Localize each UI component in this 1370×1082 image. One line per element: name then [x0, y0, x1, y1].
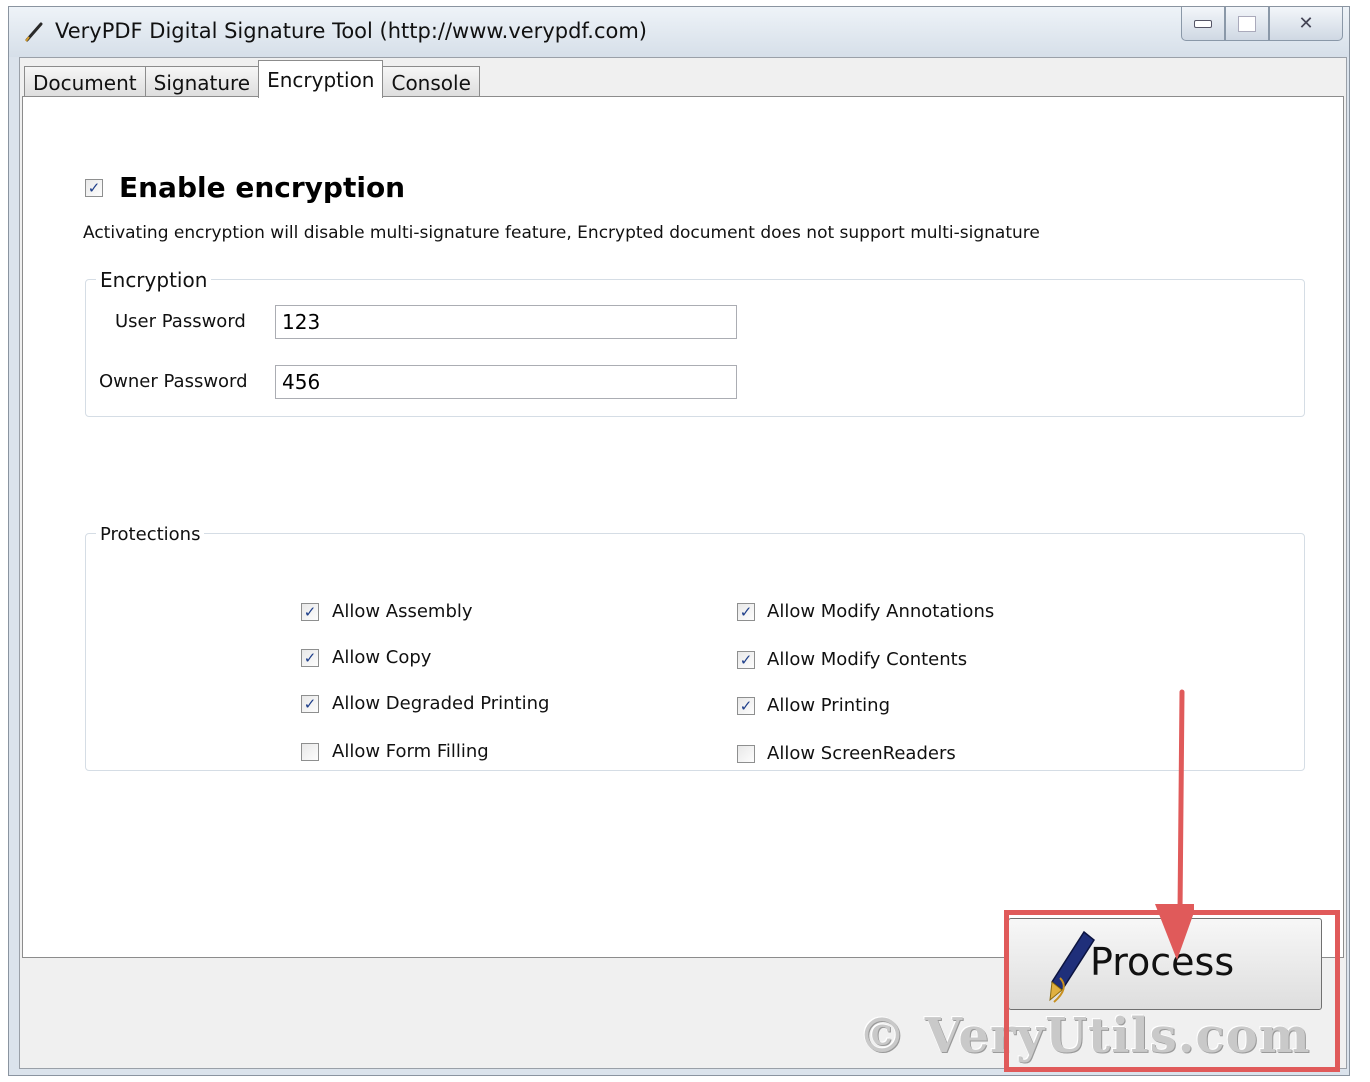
allow-screenreaders-checkbox[interactable]	[737, 745, 755, 763]
owner-password-field[interactable]	[275, 365, 737, 399]
maximize-button[interactable]	[1225, 7, 1269, 41]
user-password-label: User Password	[115, 311, 246, 332]
allow-form-filling-label: Allow Form Filling	[332, 741, 489, 762]
encryption-group-legend: Encryption	[96, 268, 212, 292]
protections-group-legend: Protections	[96, 524, 205, 545]
minimize-button[interactable]	[1181, 7, 1225, 41]
allow-form-filling-checkbox[interactable]	[301, 743, 319, 761]
user-password-field[interactable]	[275, 305, 737, 339]
caption-buttons: ✕	[1181, 7, 1343, 43]
allow-modify-contents-checkbox[interactable]: ✓	[737, 651, 755, 669]
allow-copy-label: Allow Copy	[332, 647, 432, 668]
tab-signature[interactable]: Signature	[144, 66, 260, 98]
encryption-notice: Activating encryption will disable multi…	[83, 223, 1040, 243]
close-icon: ✕	[1298, 13, 1314, 34]
enable-encryption-checkbox[interactable]: ✓	[85, 179, 103, 197]
allow-screenreaders-label: Allow ScreenReaders	[767, 743, 956, 764]
maximize-icon	[1238, 15, 1256, 32]
allow-modify-annotations-label: Allow Modify Annotations	[767, 601, 995, 622]
allow-assembly-checkbox[interactable]: ✓	[301, 603, 319, 621]
enable-encryption-label: Enable encryption	[119, 171, 406, 204]
protections-group: Protections	[85, 524, 1305, 771]
minimize-icon	[1194, 19, 1212, 28]
allow-modify-annotations-checkbox[interactable]: ✓	[737, 603, 755, 621]
title-bar[interactable]: VeryPDF Digital Signature Tool (http://w…	[9, 7, 1349, 57]
allow-modify-contents-label: Allow Modify Contents	[767, 649, 968, 670]
window-title: VeryPDF Digital Signature Tool (http://w…	[55, 19, 647, 43]
allow-degraded-printing-label: Allow Degraded Printing	[332, 693, 550, 714]
tab-encryption[interactable]: Encryption	[258, 60, 384, 98]
close-button[interactable]: ✕	[1269, 7, 1343, 41]
allow-degraded-printing-checkbox[interactable]: ✓	[301, 695, 319, 713]
allow-copy-checkbox[interactable]: ✓	[301, 649, 319, 667]
tab-document[interactable]: Document	[24, 66, 146, 98]
allow-assembly-label: Allow Assembly	[332, 601, 473, 622]
tab-console[interactable]: Console	[382, 66, 480, 98]
allow-printing-checkbox[interactable]: ✓	[737, 697, 755, 715]
encryption-page: ✓ Enable encryption Activating encryptio…	[22, 96, 1344, 958]
owner-password-label: Owner Password	[99, 371, 248, 392]
allow-printing-label: Allow Printing	[767, 695, 891, 716]
tab-strip: Document Signature Encryption Console	[24, 60, 480, 98]
pen-icon	[25, 22, 43, 42]
highlight-box	[1004, 910, 1340, 1072]
